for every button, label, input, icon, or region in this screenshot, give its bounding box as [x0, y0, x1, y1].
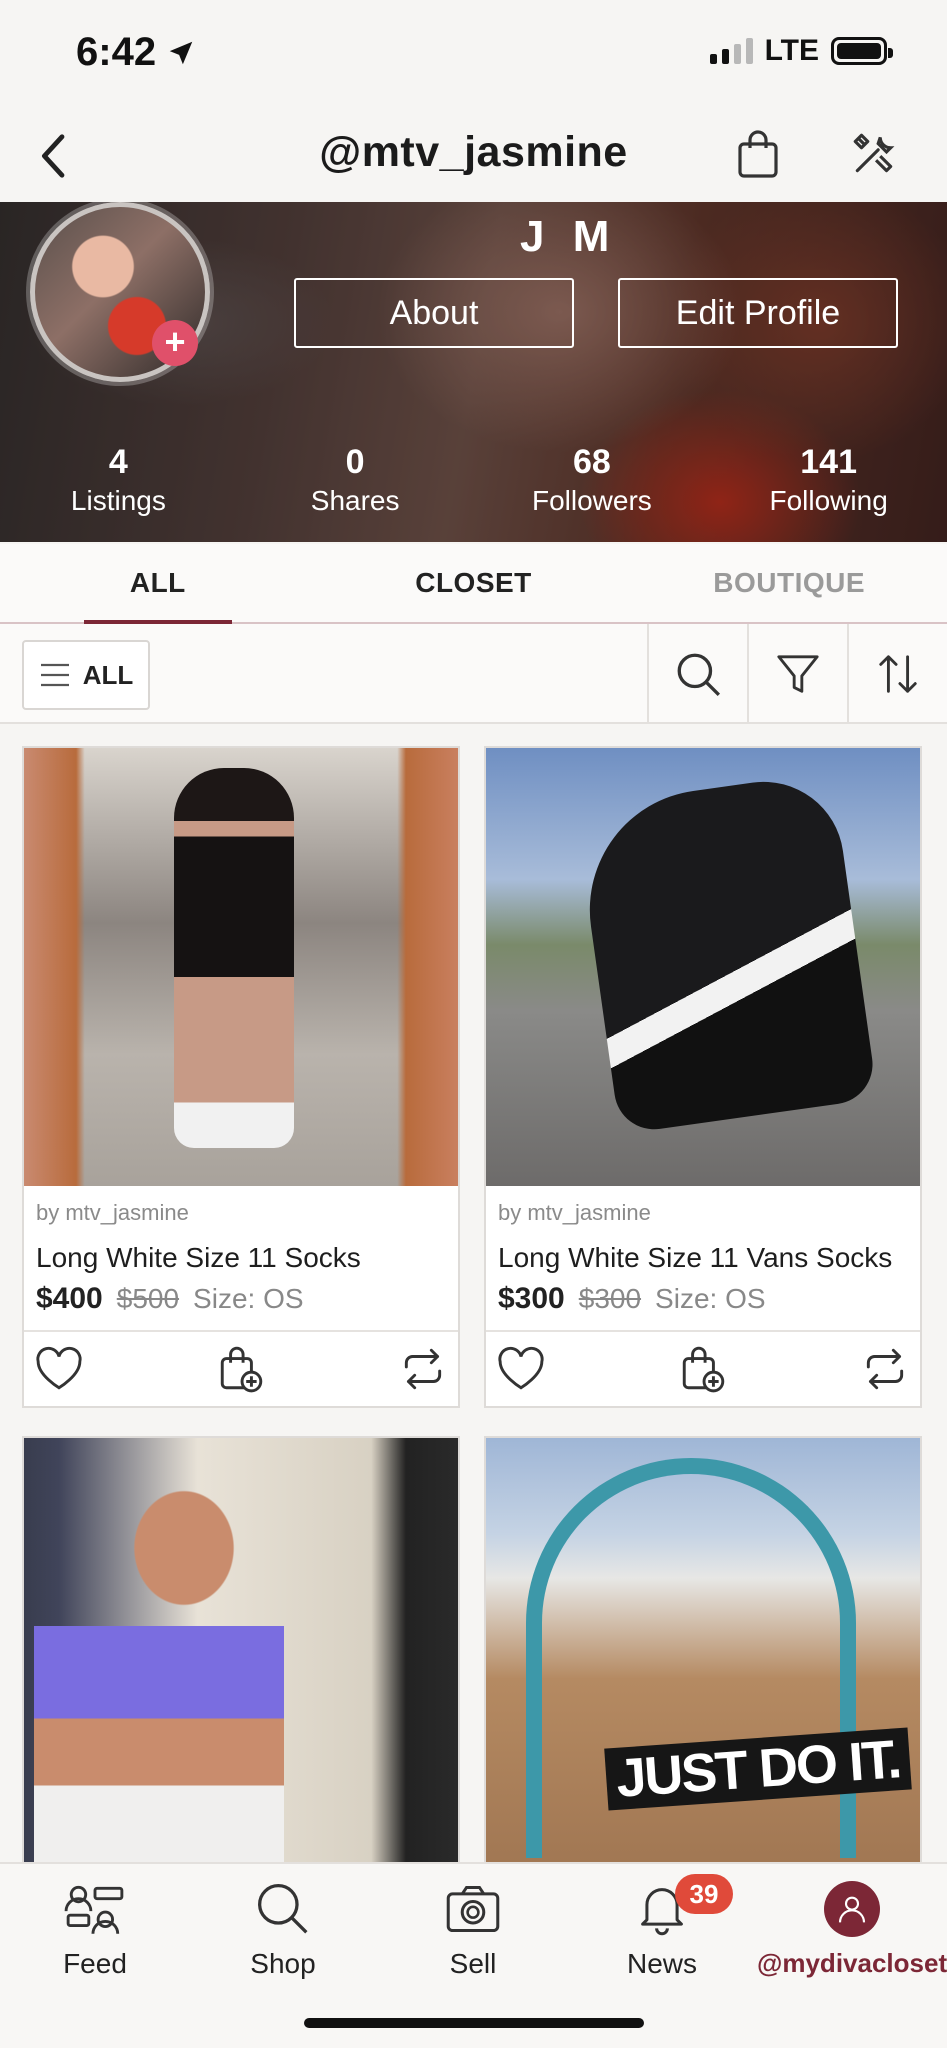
page-title: @mtv_jasmine	[319, 128, 628, 176]
stat-followers[interactable]: 68 Followers	[474, 442, 711, 532]
category-all-label: ALL	[82, 659, 134, 690]
nav-shop[interactable]: Shop	[188, 1874, 378, 1980]
nav-feed-label: Feed	[63, 1948, 127, 1979]
stat-listings[interactable]: 4 Listings	[0, 442, 237, 532]
listing-seller[interactable]: by mtv_jasmine	[498, 1200, 908, 1226]
status-indicators: LTE	[709, 34, 893, 68]
closet-tabs: ALL CLOSET BOUTIQUE	[0, 544, 947, 624]
share-repost-icon[interactable]	[860, 1344, 910, 1394]
listing-title[interactable]: Long White Size 11 Vans Socks	[498, 1242, 908, 1274]
listing-photo[interactable]: JUST DO IT.	[486, 1438, 920, 1876]
profile-cover: + J M About Edit Profile 4 Listings 0 Sh…	[0, 202, 947, 542]
nav-news[interactable]: 39 News	[567, 1874, 757, 1980]
stat-label: Listings	[70, 485, 166, 516]
listing-card[interactable]	[22, 1436, 460, 1876]
nav-me[interactable]: @mydivacloseth	[757, 1874, 947, 1979]
nav-sell[interactable]: Sell	[378, 1874, 568, 1980]
like-heart-icon[interactable]	[34, 1346, 84, 1392]
listing-photo[interactable]	[24, 748, 458, 1186]
location-arrow-icon	[169, 41, 193, 64]
listing-actions	[24, 1330, 458, 1406]
tab-boutique[interactable]: BOUTIQUE	[631, 544, 947, 622]
listing-actions	[486, 1330, 920, 1406]
listing-card[interactable]: by mtv_jasmine Long White Size 11 Vans S…	[484, 746, 922, 1408]
status-bar: 6:42 LTE	[0, 0, 947, 108]
sort-button[interactable]	[847, 624, 947, 724]
display-name: J M	[520, 212, 618, 261]
listing-title[interactable]: Long White Size 11 Socks	[36, 1242, 446, 1274]
search-icon	[677, 653, 721, 697]
listing-size: Size: OS	[655, 1283, 766, 1314]
listing-original-price: $300	[578, 1283, 642, 1314]
stat-value: 4	[108, 443, 128, 481]
listing-size: Size: OS	[193, 1283, 304, 1314]
nav-me-label: @mydivacloseth	[757, 1948, 947, 1978]
shopping-bag-button[interactable]	[728, 124, 788, 184]
search-button[interactable]	[647, 624, 747, 724]
add-avatar-button[interactable]: +	[152, 320, 198, 366]
nav-shop-label: Shop	[250, 1948, 316, 1979]
stat-shares[interactable]: 0 Shares	[237, 442, 474, 532]
listing-photo[interactable]	[486, 748, 920, 1186]
add-to-bundle-icon[interactable]	[216, 1344, 266, 1394]
signal-icon	[709, 38, 753, 64]
listing-price: $300	[498, 1282, 565, 1315]
battery-icon	[831, 37, 893, 65]
stat-value: 141	[800, 443, 857, 481]
listing-card[interactable]: JUST DO IT.	[484, 1436, 922, 1876]
listing-original-price: $500	[116, 1283, 180, 1314]
stat-label: Followers	[531, 485, 652, 516]
user-avatar-icon	[824, 1881, 880, 1937]
edit-profile-button[interactable]: Edit Profile	[618, 278, 898, 348]
filter-funnel-icon	[777, 655, 819, 693]
listing-pricing: $400 $500 Size: OS	[36, 1282, 446, 1316]
shopping-bag-icon	[738, 130, 778, 178]
stat-label: Following	[769, 485, 888, 516]
status-time: 6:42	[76, 30, 196, 75]
listing-seller[interactable]: by mtv_jasmine	[36, 1200, 446, 1226]
menu-icon	[40, 663, 69, 687]
news-badge: 39	[675, 1874, 733, 1914]
nav-feed[interactable]: Feed	[0, 1874, 190, 1980]
about-button[interactable]: About	[294, 278, 574, 348]
nav-sell-label: Sell	[449, 1948, 497, 1979]
feed-icon	[64, 1885, 124, 1934]
home-indicator	[304, 2018, 644, 2028]
stat-value: 0	[345, 443, 365, 481]
listing-pricing: $300 $300 Size: OS	[498, 1282, 908, 1316]
stat-following[interactable]: 141 Following	[710, 442, 947, 532]
listing-photo[interactable]	[24, 1438, 458, 1876]
time-text: 6:42	[76, 30, 157, 74]
category-all-button[interactable]: ALL	[22, 640, 150, 710]
listing-price: $400	[36, 1282, 103, 1315]
listing-card[interactable]: by mtv_jasmine Long White Size 11 Socks …	[22, 746, 460, 1408]
sort-arrows-icon	[879, 655, 917, 693]
profile-stats: 4 Listings 0 Shares 68 Followers 141 Fol…	[0, 442, 947, 532]
stat-label: Shares	[310, 485, 400, 516]
filter-button[interactable]	[747, 624, 847, 724]
filter-bar: ALL	[0, 624, 947, 724]
tab-all[interactable]: ALL	[0, 544, 316, 624]
header: @mtv_jasmine	[0, 108, 947, 202]
nav-news-label: News	[626, 1948, 697, 1979]
network-label: LTE	[764, 34, 819, 67]
tools-icon	[853, 133, 895, 173]
camera-icon	[446, 1885, 500, 1933]
settings-tools-button[interactable]	[844, 124, 904, 184]
stat-value: 68	[572, 443, 611, 481]
share-repost-icon[interactable]	[398, 1344, 448, 1394]
search-icon	[258, 1884, 308, 1934]
like-heart-icon[interactable]	[496, 1346, 546, 1392]
add-to-bundle-icon[interactable]	[678, 1344, 728, 1394]
tab-closet[interactable]: CLOSET	[316, 544, 632, 622]
